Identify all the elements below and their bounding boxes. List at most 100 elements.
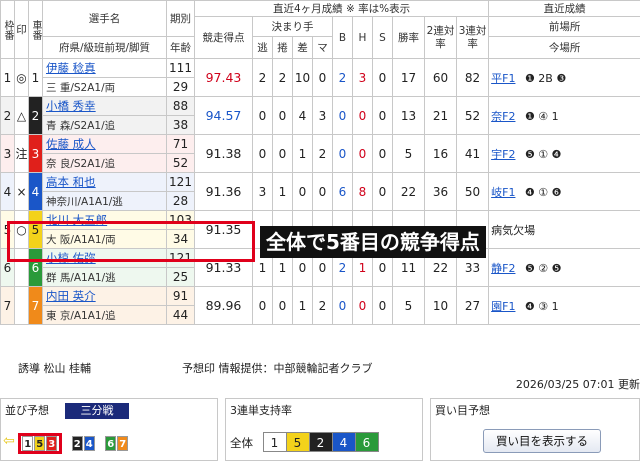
mark-cell: 注 bbox=[14, 134, 29, 173]
kimarite-makuri: 0 bbox=[272, 96, 293, 135]
S-cell: 0 bbox=[372, 58, 393, 97]
B-cell: 2 bbox=[332, 58, 353, 97]
line-group-1: 153 bbox=[18, 433, 63, 454]
ren2-rate: 21 bbox=[424, 96, 457, 135]
rider-sub: 神奈川/A1A1/逃 bbox=[42, 191, 167, 211]
header-ren3: 3連対率 bbox=[455, 16, 490, 59]
mark-cell: × bbox=[14, 172, 29, 211]
kimarite-sashi: 1 bbox=[292, 286, 313, 325]
kimarite-nige: 3 bbox=[252, 172, 273, 211]
header-recent: 直近成績 bbox=[488, 0, 640, 17]
kimarite-mark: 3 bbox=[312, 96, 333, 135]
support-label: 全体 bbox=[230, 436, 253, 450]
rider-name-link[interactable]: 小橋 秀幸 bbox=[46, 99, 96, 113]
support-car-6: 6 bbox=[354, 432, 379, 452]
zen-results: ❹ ③ 1 bbox=[521, 299, 559, 313]
header-shoritsu: 勝率 bbox=[392, 16, 425, 59]
header-kimarite: 決まり手 bbox=[252, 16, 333, 37]
kimarite-makuri: 0 bbox=[272, 134, 293, 173]
score-cell: 91.38 bbox=[194, 134, 253, 173]
age-cell: 25 bbox=[166, 267, 195, 287]
line-car-2: 2 bbox=[71, 436, 83, 451]
ren3-rate: 50 bbox=[455, 172, 490, 211]
rider-sub: 東 京/A1A1/追 bbox=[42, 305, 167, 325]
yudo-name: 松山 桂輔 bbox=[43, 362, 92, 375]
zen-results: ❺ ① ❹ bbox=[521, 147, 562, 161]
H-cell: 3 bbox=[352, 58, 373, 97]
zen-results: ❺ ② ❺ bbox=[521, 261, 562, 275]
zen-basho-link[interactable]: 宇F2 bbox=[491, 148, 515, 161]
zen-basho-link[interactable]: 園F1 bbox=[491, 300, 515, 313]
zen-basho: 園F1 ❹ ③ 1 bbox=[488, 286, 640, 325]
tab-sanbunsen[interactable]: 三分戦 bbox=[65, 403, 129, 419]
kimarite-nige: 2 bbox=[252, 58, 273, 97]
age-cell: 29 bbox=[166, 77, 195, 97]
kimarite-nige: 0 bbox=[252, 286, 273, 325]
ren2-rate: 10 bbox=[424, 286, 457, 325]
update-timestamp: 2026/03/25 07:01 更新 bbox=[515, 378, 640, 391]
kimarite-sashi: 4 bbox=[292, 96, 313, 135]
rider-row: 4 × 4 高本 和也 121 91.36 3 1 0 0 6 8 0 22 36 50 岐F1 ❹ ① ❻ bbox=[0, 172, 640, 211]
H-cell: 0 bbox=[352, 286, 373, 325]
header-recent4: 直近4ヶ月成績 ※ 率は%表示 bbox=[193, 0, 490, 17]
header-nige: 逃 bbox=[252, 36, 273, 59]
score-cell: 91.36 bbox=[194, 172, 253, 211]
waku-cell: 7 bbox=[0, 286, 15, 325]
header-shirushi: 印 bbox=[14, 0, 29, 59]
rider-name-link[interactable]: 内田 英介 bbox=[46, 289, 96, 303]
kibetsu-cell: 91 bbox=[166, 286, 195, 306]
H-cell: 0 bbox=[352, 96, 373, 135]
zen-basho-link[interactable]: 静F2 bbox=[491, 262, 515, 275]
mark-cell: △ bbox=[14, 96, 29, 135]
show-kaime-button[interactable]: 買い目を表示する bbox=[483, 429, 601, 453]
header-zen: 前場所 bbox=[488, 16, 640, 37]
zen-results: ❶ ④ 1 bbox=[521, 109, 559, 123]
B-cell: 0 bbox=[332, 286, 353, 325]
rider-sub: 三 重/S2A1/両 bbox=[42, 77, 167, 97]
header-senshu-sub: 府県/級班前現/脚質 bbox=[42, 36, 167, 59]
rider-name: 内田 英介 bbox=[42, 286, 167, 306]
narabi-panel: 並び予想 三分戦 ⇦ 153 24 67 bbox=[0, 398, 218, 461]
header-sha: 車番 bbox=[28, 0, 43, 59]
kaime-title: 買い目予想 bbox=[435, 404, 490, 417]
S-cell: 0 bbox=[372, 134, 393, 173]
age-cell: 38 bbox=[166, 115, 195, 135]
kimarite-makuri: 0 bbox=[272, 286, 293, 325]
credit-text: 予想印 情報提供：中部競輪記者クラブ bbox=[182, 362, 373, 375]
win-rate: 17 bbox=[392, 58, 425, 97]
header-waku: 枠番 bbox=[0, 0, 15, 59]
rider-name-link[interactable]: 高本 和也 bbox=[46, 175, 96, 189]
kimarite-mark: 2 bbox=[312, 134, 333, 173]
kimarite-sashi: 0 bbox=[292, 172, 313, 211]
support-car-1: 1 bbox=[262, 432, 287, 452]
rider-row: 7 7 内田 英介 91 89.96 0 0 1 2 0 0 0 5 10 27 園F1 ❹ ③ 1 bbox=[0, 286, 640, 325]
header-senshu: 選手名 bbox=[42, 0, 167, 37]
kimarite-makuri: 2 bbox=[272, 58, 293, 97]
zen-basho-link[interactable]: 平F1 bbox=[491, 72, 515, 85]
ren3-rate: 82 bbox=[455, 58, 490, 97]
car-number: 4 bbox=[28, 172, 43, 211]
line-car-6: 6 bbox=[105, 436, 117, 451]
score-cell: 89.96 bbox=[194, 286, 253, 325]
rider-name-link[interactable]: 伊藤 稔真 bbox=[46, 61, 96, 75]
line-car-5: 5 bbox=[34, 436, 46, 451]
kimarite-nige: 0 bbox=[252, 96, 273, 135]
zen-basho-link[interactable]: 奈F2 bbox=[491, 110, 515, 123]
rider-row: 1 ◎ 1 伊藤 稔真 111 97.43 2 2 10 0 2 3 0 17 60 82 平F1 ❶ 2B ❸ bbox=[0, 58, 640, 97]
rider-sub: 青 森/S2A1/追 bbox=[42, 115, 167, 135]
car-number: 7 bbox=[28, 286, 43, 325]
yudo-info: 誘導 松山 桂輔 bbox=[18, 360, 91, 376]
S-cell: 0 bbox=[372, 286, 393, 325]
rider-name-link[interactable]: 佐藤 成人 bbox=[46, 137, 96, 151]
zen-results: ❶ 2B ❸ bbox=[521, 71, 567, 85]
ren2-rate: 60 bbox=[424, 58, 457, 97]
zen-basho-link[interactable]: 岐F1 bbox=[491, 186, 515, 199]
support-car-4: 4 bbox=[331, 432, 356, 452]
support-panel: 3連単支持率 全体 15246 bbox=[225, 398, 423, 461]
mark-cell bbox=[14, 286, 29, 325]
age-cell: 44 bbox=[166, 305, 195, 325]
kimarite-sashi: 10 bbox=[292, 58, 313, 97]
header-H: H bbox=[352, 16, 373, 59]
rider-row: 3 注 3 佐藤 成人 71 91.38 0 0 1 2 0 0 0 5 16 41 宇F2 ❺ ① ❹ bbox=[0, 134, 640, 173]
age-cell: 52 bbox=[166, 153, 195, 173]
